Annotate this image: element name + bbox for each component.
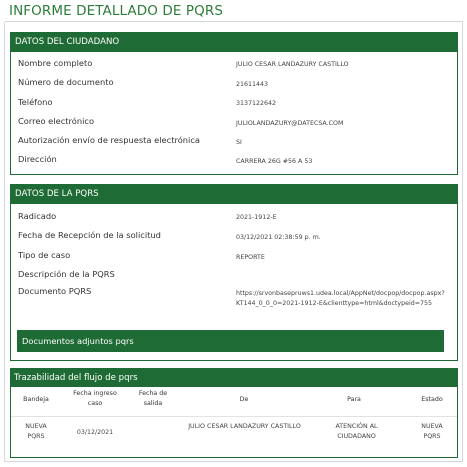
col-header-fecha-ingreso: Fecha ingreso caso — [73, 390, 117, 407]
field-label-documento-pqrs: Documento PQRS — [18, 286, 92, 296]
col-header-para: Para — [347, 396, 361, 403]
page-title: INFORME DETALLADO DE PQRS — [9, 3, 224, 19]
field-value-correo: JULIOLANDAZURY@DATECSA.COM — [236, 120, 344, 127]
field-value-nombre: JULIO CESAR LANDAZURY CASTILLO — [236, 61, 349, 68]
col-header-fecha-salida: Fecha de salida — [138, 390, 168, 407]
documento-pqrs-link[interactable]: https://srvonbasepruws1.udea.local/AppNe… — [236, 289, 446, 309]
field-value-direccion: CARRERA 26G #56 A 53 — [236, 158, 313, 165]
trazabilidad-panel: Trazabilidad del flujo de pqrs Bandeja F… — [10, 368, 458, 458]
field-value-radicado: 2021-1912-E — [236, 214, 277, 221]
field-label-nombre: Nombre completo — [18, 58, 93, 68]
row-para: ATENCIÓN AL CIUDADANO — [335, 423, 378, 440]
table-header-divider — [11, 416, 457, 417]
field-label-tipo-caso: Tipo de caso — [18, 250, 71, 260]
col-header-estado: Estado — [421, 396, 443, 403]
field-label-radicado: Radicado — [18, 211, 57, 221]
field-label-documento: Número de documento — [18, 77, 114, 87]
field-label-descripcion: Descripción de la PQRS — [18, 269, 115, 279]
frame-border-bottom — [4, 461, 463, 462]
field-value-documento: 21611443 — [236, 81, 269, 88]
row-bandeja: NUEVA PQRS — [25, 423, 47, 440]
pqrs-panel: DATOS DE LA PQRS Radicado 2021-1912-E Fe… — [10, 184, 458, 361]
ciudadano-panel: DATOS DEL CIUDADANO Nombre completo JULI… — [10, 32, 458, 175]
documentos-adjuntos-header[interactable]: Documentos adjuntos pqrs — [17, 330, 444, 352]
field-label-correo: Correo electrónico — [18, 116, 95, 126]
field-label-autorizacion: Autorización envío de respuesta electrón… — [18, 135, 200, 145]
field-label-direccion: Dirección — [18, 154, 57, 164]
pqrs-header: DATOS DE LA PQRS — [11, 185, 457, 204]
frame-border-right — [462, 22, 463, 462]
row-estado: NUEVA PQRS — [421, 423, 443, 440]
field-label-telefono: Teléfono — [18, 97, 53, 107]
field-label-fecha-recepcion: Fecha de Recepción de la solicitud — [18, 230, 161, 240]
row-fecha-ingreso: 03/12/2021 — [76, 429, 114, 436]
row-de: JULIO CESAR LANDAZURY CASTILLO — [188, 423, 301, 430]
ciudadano-header: DATOS DEL CIUDADANO — [11, 33, 457, 52]
col-header-bandeja: Bandeja — [23, 396, 49, 403]
title-divider — [5, 21, 463, 22]
field-value-telefono: 3137122642 — [236, 100, 277, 107]
frame-border-left — [4, 22, 5, 462]
trazabilidad-header: Trazabilidad del flujo de pqrs — [11, 369, 457, 387]
field-value-tipo-caso: REPORTE — [236, 254, 265, 261]
field-value-fecha-recepcion: 03/12/2021 02:38:59 p. m. — [236, 234, 321, 241]
col-header-de: De — [239, 396, 249, 403]
field-value-autorizacion: SI — [236, 139, 242, 146]
